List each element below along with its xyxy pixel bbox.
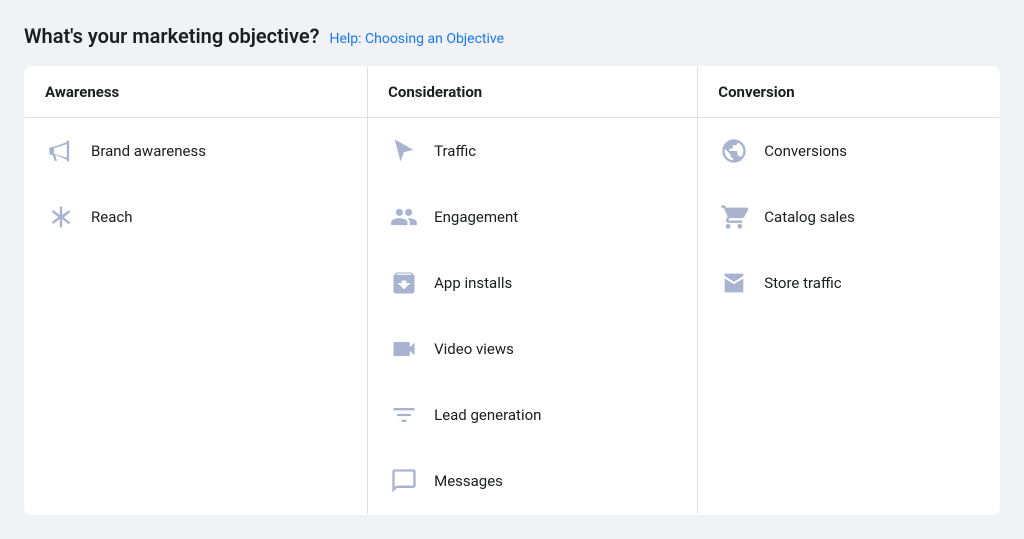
cell-awareness-0: Brand awareness — [25, 118, 368, 185]
help-link[interactable]: Help: Choosing an Objective — [329, 31, 504, 47]
messages-label: Messages — [434, 472, 503, 490]
engagement-label: Engagement — [434, 208, 518, 226]
objective-table: Awareness Consideration Conversion Brand… — [24, 66, 1000, 515]
chat-icon — [388, 465, 420, 497]
reach-label: Reach — [91, 208, 132, 226]
col-header-consideration: Consideration — [368, 67, 698, 118]
table-row: Lead generation — [25, 382, 1000, 448]
store-traffic-label: Store traffic — [764, 274, 841, 292]
empty-cell-awareness-5 — [25, 448, 367, 514]
cell-awareness-4 — [25, 382, 368, 448]
empty-cell-conversion-4 — [698, 382, 999, 448]
asterisk-icon — [45, 201, 77, 233]
brand-awareness-label: Brand awareness — [91, 142, 206, 160]
col-header-conversion: Conversion — [698, 67, 1000, 118]
cell-consideration-5: Messages — [368, 448, 698, 515]
item-catalog-sales[interactable]: Catalog sales — [698, 184, 999, 250]
catalog-sales-label: Catalog sales — [764, 208, 855, 226]
title-row: What's your marketing objective? Help: C… — [24, 24, 1000, 48]
empty-cell-awareness-3 — [25, 316, 367, 382]
item-video-views[interactable]: Video views — [368, 316, 697, 382]
item-conversions[interactable]: Conversions — [698, 118, 999, 184]
item-engagement[interactable]: Engagement — [368, 184, 697, 250]
item-traffic[interactable]: Traffic — [368, 118, 697, 184]
traffic-label: Traffic — [434, 142, 476, 160]
table-row: Brand awareness Traffic Conversions — [25, 118, 1000, 185]
globe-icon — [718, 135, 750, 167]
cell-conversion-4 — [698, 382, 1000, 448]
cursor-icon — [388, 135, 420, 167]
table-row: Messages — [25, 448, 1000, 515]
cell-awareness-5 — [25, 448, 368, 515]
col-header-awareness: Awareness — [25, 67, 368, 118]
item-brand-awareness[interactable]: Brand awareness — [25, 118, 367, 184]
cell-conversion-2: Store traffic — [698, 250, 1000, 316]
cell-consideration-0: Traffic — [368, 118, 698, 185]
video-views-label: Video views — [434, 340, 514, 358]
item-store-traffic[interactable]: Store traffic — [698, 250, 999, 316]
page-title: What's your marketing objective? — [24, 24, 319, 48]
cell-awareness-3 — [25, 316, 368, 382]
cell-consideration-4: Lead generation — [368, 382, 698, 448]
cell-consideration-1: Engagement — [368, 184, 698, 250]
empty-cell-awareness-2 — [25, 250, 367, 316]
cell-conversion-5 — [698, 448, 1000, 515]
people-icon — [388, 201, 420, 233]
cart-icon — [718, 201, 750, 233]
table-row: App installs Store traffic — [25, 250, 1000, 316]
video-icon — [388, 333, 420, 365]
cell-consideration-2: App installs — [368, 250, 698, 316]
empty-cell-conversion-3 — [698, 316, 999, 382]
table-row: Video views — [25, 316, 1000, 382]
table-header-row: Awareness Consideration Conversion — [25, 67, 1000, 118]
table-row: Reach Engagement Catalog sales — [25, 184, 1000, 250]
store-icon — [718, 267, 750, 299]
app-installs-label: App installs — [434, 274, 512, 292]
item-messages[interactable]: Messages — [368, 448, 697, 514]
item-app-installs[interactable]: App installs — [368, 250, 697, 316]
item-reach[interactable]: Reach — [25, 184, 367, 250]
box-icon — [388, 267, 420, 299]
cell-consideration-3: Video views — [368, 316, 698, 382]
page-container: What's your marketing objective? Help: C… — [24, 24, 1000, 515]
megaphone-icon — [45, 135, 77, 167]
cell-awareness-2 — [25, 250, 368, 316]
cell-conversion-0: Conversions — [698, 118, 1000, 185]
cell-conversion-1: Catalog sales — [698, 184, 1000, 250]
empty-cell-awareness-4 — [25, 382, 367, 448]
empty-cell-conversion-5 — [698, 448, 999, 514]
conversions-label: Conversions — [764, 142, 847, 160]
filter-icon — [388, 399, 420, 431]
lead-generation-label: Lead generation — [434, 406, 541, 424]
cell-awareness-1: Reach — [25, 184, 368, 250]
item-lead-generation[interactable]: Lead generation — [368, 382, 697, 448]
cell-conversion-3 — [698, 316, 1000, 382]
